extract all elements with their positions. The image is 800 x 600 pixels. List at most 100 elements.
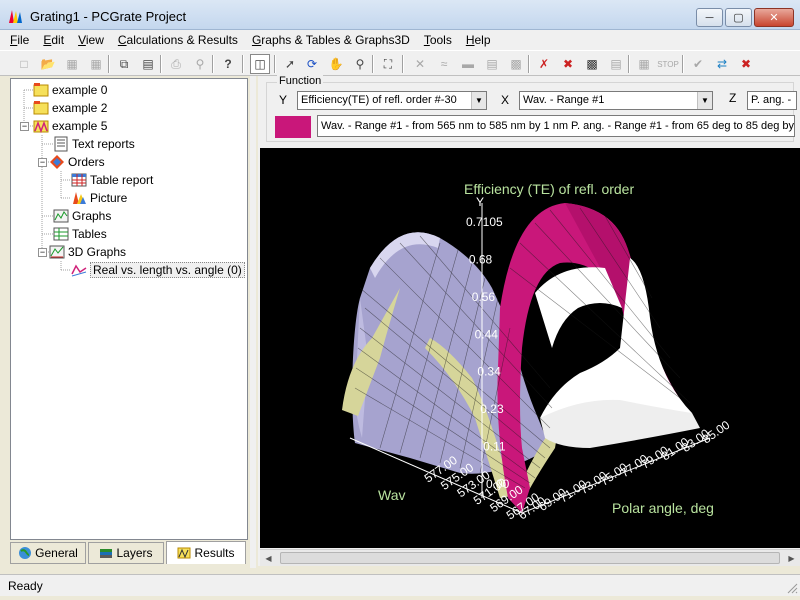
menu-view[interactable]: View	[78, 33, 104, 47]
z-axis-label: Z	[729, 91, 737, 105]
scroll-right-icon[interactable]: ▶	[783, 550, 800, 567]
tab-results[interactable]: Results	[166, 541, 246, 564]
collapse-toggle[interactable]: −	[38, 158, 47, 167]
z-axis-title: Polar angle, deg	[612, 500, 714, 516]
plot-3d-canvas[interactable]: Efficiency (TE) of refl. order Y Wav Pol…	[260, 148, 800, 548]
menu-help[interactable]: Help	[466, 33, 491, 47]
report-icon	[53, 136, 69, 152]
scroll-thumb[interactable]	[280, 552, 780, 564]
tree-item-picture[interactable]: Picture	[71, 189, 127, 207]
calc-cancel-icon[interactable]: ✗	[534, 54, 554, 74]
y-tick-label: 0.56	[472, 290, 496, 304]
split-view-icon[interactable]: ◫	[250, 54, 270, 74]
tree-item-3d-graphs[interactable]: 3D Graphs	[49, 243, 126, 261]
menu-graphs[interactable]: Graphs & Tables & Graphs3D	[252, 33, 410, 47]
zoom-icon[interactable]: ⚲	[350, 54, 370, 74]
rotate-icon[interactable]: ⟳	[302, 54, 322, 74]
plot-3d-svg[interactable]: Efficiency (TE) of refl. order Y Wav Pol…	[260, 148, 800, 548]
tree-item-real-vs-length[interactable]: Real vs. length vs. angle (0)	[71, 261, 245, 279]
calc-export-icon[interactable]: ▤	[606, 54, 626, 74]
hand-pan-icon[interactable]: ✋	[326, 54, 346, 74]
clear-icon[interactable]: ✖	[736, 54, 756, 74]
folder-icon	[33, 100, 49, 116]
tree-item-example-2[interactable]: example 2	[33, 99, 107, 117]
scroll-left-icon[interactable]: ◀	[260, 550, 277, 567]
y-tick-label: 0.68	[469, 252, 493, 266]
series-color-swatch[interactable]	[275, 116, 311, 138]
collapse-toggle[interactable]: −	[38, 248, 47, 257]
copy-icon[interactable]: ⧉	[114, 54, 134, 74]
tree-item-example-0[interactable]: example 0	[33, 81, 107, 99]
transfer-icon[interactable]: ⇄	[712, 54, 732, 74]
layer-icon[interactable]: ▬	[458, 54, 478, 74]
function-description: Wav. - Range #1 - from 565 nm to 585 nm …	[317, 115, 795, 137]
book-icon[interactable]: ▩	[506, 54, 526, 74]
table-icon[interactable]: ▦	[634, 54, 654, 74]
calc-run-icon[interactable]: ▩	[582, 54, 602, 74]
check-icon[interactable]: ✔	[688, 54, 708, 74]
left-pane-tabs: General Layers Results	[10, 541, 248, 564]
status-text: Ready	[8, 579, 43, 593]
graph-panel: Function Y Efficiency(TE) of refl. order…	[258, 75, 800, 566]
tree-item-graphs[interactable]: Graphs	[53, 207, 111, 225]
toolbar-separator	[108, 55, 110, 73]
menu-file[interactable]: File	[10, 33, 29, 47]
pane-splitter[interactable]	[250, 76, 256, 568]
open-folder-icon[interactable]: 📂	[38, 54, 58, 74]
project-tree[interactable]: − − − example 0 example 2 example 5 Text…	[10, 78, 248, 540]
delete-icon[interactable]: ✕	[410, 54, 430, 74]
results-icon	[177, 546, 191, 560]
tree-item-table-report[interactable]: Table report	[71, 171, 153, 189]
x-axis-label: X	[501, 93, 510, 107]
maximize-button[interactable]: ▢	[725, 8, 752, 27]
layers-icon	[99, 546, 113, 560]
toolbar-separator	[212, 55, 214, 73]
tree-item-text-reports[interactable]: Text reports	[53, 135, 135, 153]
save-all-icon[interactable]: ▦	[86, 54, 106, 74]
toolbar: □ 📂 ▦ ▦ ⧉ ▤ ⎙ ⚲ ? ◫ ➚ ⟳ ✋ ⚲ ⛶ ✕ ≈ ▬ ▤ ▩ …	[0, 50, 800, 76]
toolbar-separator	[528, 55, 530, 73]
menu-tools[interactable]: Tools	[424, 33, 452, 47]
chevron-down-icon[interactable]: ▼	[697, 92, 712, 109]
function-group: Function Y Efficiency(TE) of refl. order…	[266, 75, 797, 142]
close-button[interactable]: ✕	[754, 8, 794, 27]
x-axis-title: Wav	[378, 487, 405, 503]
z-tick-label: 85.00	[700, 418, 733, 447]
minimize-button[interactable]: ─	[696, 8, 723, 27]
print-preview-icon[interactable]: ⚲	[190, 54, 210, 74]
menu-calculations[interactable]: Calculations & Results	[118, 33, 238, 47]
tab-layers[interactable]: Layers	[88, 542, 164, 564]
layers-icon[interactable]: ▤	[482, 54, 502, 74]
graph-icon	[53, 208, 69, 224]
pointer-icon[interactable]: ➚	[280, 54, 300, 74]
menu-edit[interactable]: Edit	[43, 33, 64, 47]
wave-icon[interactable]: ≈	[434, 54, 454, 74]
x-function-select[interactable]: Wav. - Range #1 ▼	[519, 91, 713, 110]
toolbar-separator	[160, 55, 162, 73]
calc-delete-icon[interactable]: ✖	[558, 54, 578, 74]
folder-icon	[33, 82, 49, 98]
z-function-select[interactable]: P. ang. -	[747, 91, 797, 110]
toolbar-separator	[628, 55, 630, 73]
chevron-down-icon[interactable]: ▼	[471, 92, 486, 109]
print-icon[interactable]: ⎙	[166, 54, 186, 74]
resize-grip-icon[interactable]	[786, 582, 798, 594]
orders-icon	[49, 154, 65, 170]
globe-icon	[18, 546, 32, 560]
collapse-toggle[interactable]: −	[20, 122, 29, 131]
title-bar: Grating1 - PCGrate Project ─ ▢ ✕	[0, 0, 800, 30]
stop-icon[interactable]: STOP	[657, 54, 679, 74]
fit-view-icon[interactable]: ⛶	[378, 54, 398, 74]
help-icon[interactable]: ?	[218, 54, 238, 74]
tree-item-orders[interactable]: Orders	[49, 153, 105, 171]
toolbar-separator	[372, 55, 374, 73]
y-function-select[interactable]: Efficiency(TE) of refl. order #-30 ▼	[297, 91, 487, 110]
horizontal-scrollbar[interactable]: ◀ ▶	[260, 549, 800, 566]
tab-general[interactable]: General	[10, 542, 86, 564]
tree-item-tables[interactable]: Tables	[53, 225, 107, 243]
save-icon[interactable]: ▦	[62, 54, 82, 74]
surface-graph-icon	[71, 262, 87, 278]
tree-item-example-5[interactable]: example 5	[33, 117, 107, 135]
paste-icon[interactable]: ▤	[138, 54, 158, 74]
new-file-icon[interactable]: □	[14, 54, 34, 74]
